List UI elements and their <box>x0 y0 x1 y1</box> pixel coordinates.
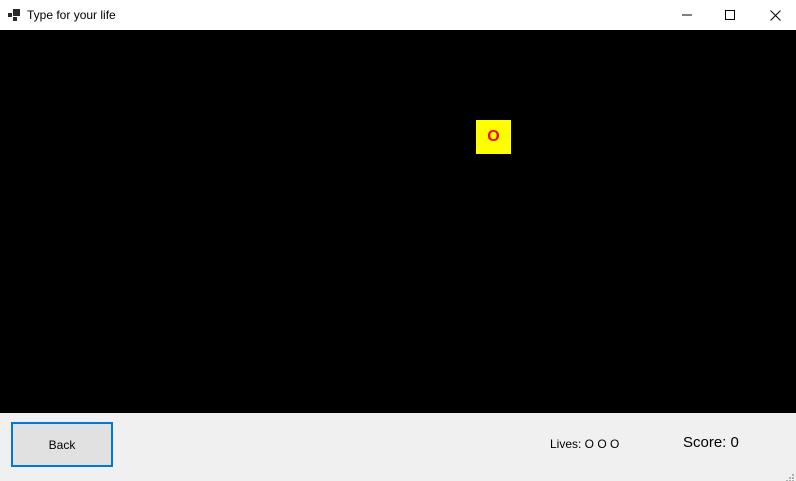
falling-letter: O <box>476 120 511 154</box>
minimize-button[interactable] <box>664 0 710 30</box>
back-button-label: Back <box>48 437 76 452</box>
title-bar[interactable]: Type for your life <box>0 0 796 30</box>
game-window: Type for your life O Back Lives: O O O S… <box>0 0 796 481</box>
minimize-icon <box>682 14 692 16</box>
window-title: Type for your life <box>27 8 116 22</box>
close-icon <box>769 9 781 21</box>
maximize-icon <box>725 10 735 20</box>
game-canvas[interactable]: O <box>0 30 796 413</box>
status-panel: Back Lives: O O O Score: 0 <box>0 413 796 481</box>
app-icon <box>8 8 20 21</box>
resize-grip-icon[interactable] <box>784 469 794 481</box>
close-button[interactable] <box>752 0 796 30</box>
lives-counter: Lives: O O O <box>550 437 620 451</box>
back-button[interactable]: Back <box>11 422 113 467</box>
score-display: Score: 0 <box>683 434 739 451</box>
maximize-button[interactable] <box>707 0 753 30</box>
